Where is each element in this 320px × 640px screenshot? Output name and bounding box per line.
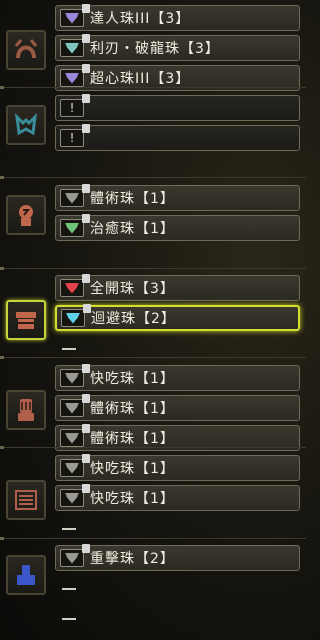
decoration-slot[interactable]: 快吃珠【1】: [55, 484, 300, 511]
jewel-icon: [60, 4, 90, 27]
decoration-slot[interactable]: 體術珠【1】: [55, 184, 300, 211]
decoration-slot[interactable]: 利刃・破龍珠【3】: [55, 34, 300, 61]
jewel-icon: [60, 394, 90, 417]
decoration-slot[interactable]: 體術珠【1】: [55, 394, 300, 421]
section-divider: [0, 267, 306, 270]
jewel-icon: [60, 424, 90, 447]
decoration-slot[interactable]: 迴避珠【2】: [55, 304, 300, 331]
decoration-label: 體術珠【1】: [90, 401, 175, 417]
weapon-icon[interactable]: [6, 555, 46, 595]
empty-slot-dash: [62, 528, 76, 530]
helmet-icon[interactable]: [6, 30, 46, 70]
decoration-label: 全開珠【3】: [90, 281, 175, 297]
decoration-slot[interactable]: !: [55, 94, 300, 121]
decoration-label: 快吃珠【1】: [90, 491, 175, 507]
empty-slot-dash: [62, 618, 76, 620]
jewel-icon: [60, 364, 90, 387]
decoration-label: 快吃珠【1】: [90, 371, 175, 387]
jewel-icon: [60, 34, 90, 57]
slot-level-icon: [82, 394, 90, 403]
leg-armor-icon[interactable]: [6, 390, 46, 430]
jewel-icon: [60, 544, 90, 567]
slot-level-icon: [83, 304, 91, 313]
section-divider: [0, 537, 306, 540]
waist-armor-icon[interactable]: [6, 300, 46, 340]
decoration-label: 治癒珠【1】: [90, 221, 175, 237]
decoration-slot[interactable]: 快吃珠【1】: [55, 364, 300, 391]
decoration-label: 超心珠III【3】: [90, 71, 191, 87]
decoration-label: 達人珠III【3】: [90, 11, 191, 27]
jewel-icon: [60, 184, 90, 207]
section-divider: [0, 356, 306, 359]
slot-level-icon: [82, 544, 90, 553]
section-divider: [0, 176, 306, 179]
decoration-label: 迴避珠【2】: [91, 311, 176, 327]
slot-level-icon: [82, 64, 90, 73]
section-divider: [0, 446, 306, 449]
jewel-icon: [60, 274, 90, 297]
charm-icon[interactable]: [6, 480, 46, 520]
jewel-icon: [60, 64, 90, 87]
jewel-icon: [60, 454, 90, 477]
jewel-icon: [61, 304, 91, 327]
slot-level-icon: [82, 124, 90, 133]
chest-armor-icon[interactable]: [6, 105, 46, 145]
jewel-icon: [60, 214, 90, 237]
jewel-icon: [60, 484, 90, 507]
empty-slot-icon: !: [60, 124, 90, 147]
decoration-label: 利刃・破龍珠【3】: [90, 41, 220, 57]
empty-slot-dash: [62, 348, 76, 350]
slot-level-icon: [82, 424, 90, 433]
decoration-label: 快吃珠【1】: [90, 461, 175, 477]
slot-level-icon: [82, 454, 90, 463]
empty-slot-dash: [62, 588, 76, 590]
slot-level-icon: [82, 364, 90, 373]
decoration-slot[interactable]: 治癒珠【1】: [55, 214, 300, 241]
empty-slot-icon: !: [60, 94, 90, 117]
section-divider: [0, 86, 306, 89]
slot-level-icon: [82, 274, 90, 283]
slot-level-icon: [82, 214, 90, 223]
decoration-slot[interactable]: 快吃珠【1】: [55, 454, 300, 481]
decoration-slot[interactable]: 重擊珠【2】: [55, 544, 300, 571]
slot-level-icon: [82, 4, 90, 13]
decoration-slot[interactable]: 全開珠【3】: [55, 274, 300, 301]
arm-armor-icon[interactable]: [6, 195, 46, 235]
slot-level-icon: [82, 484, 90, 493]
decoration-label: 體術珠【1】: [90, 191, 175, 207]
decoration-label: 體術珠【1】: [90, 431, 175, 447]
decoration-slot[interactable]: 達人珠III【3】: [55, 4, 300, 31]
slot-level-icon: [82, 94, 90, 103]
slot-level-icon: [82, 184, 90, 193]
decoration-label: 重擊珠【2】: [90, 551, 175, 567]
slot-level-icon: [82, 34, 90, 43]
decoration-slot[interactable]: !: [55, 124, 300, 151]
